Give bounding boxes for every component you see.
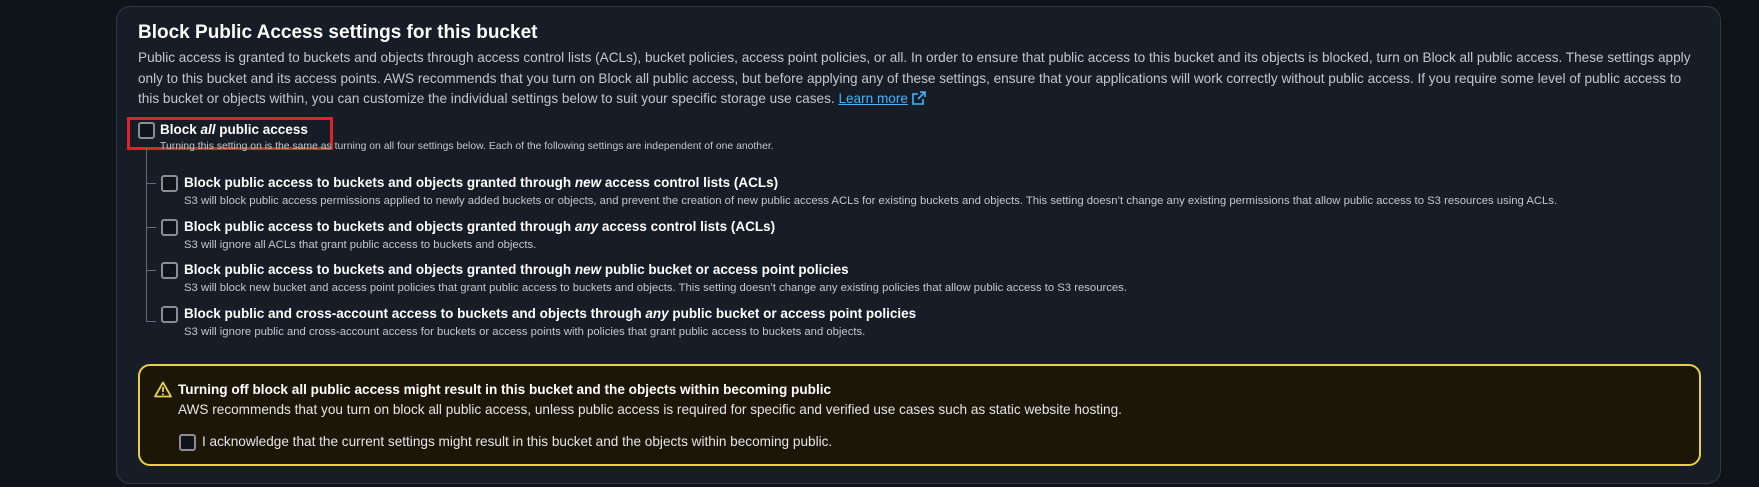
learn-more-link[interactable]: Learn more: [838, 91, 926, 106]
block-all-label: Block all public access: [160, 122, 308, 137]
option-label-em: new: [574, 175, 602, 190]
acl-new-description: S3 will block public access permissions …: [184, 195, 1558, 207]
option-label-em: new: [574, 262, 602, 277]
policy-new-checkbox[interactable]: [161, 262, 178, 279]
acknowledge-checkbox[interactable]: [179, 434, 196, 451]
option-label-pre: Block public access to buckets and objec…: [184, 219, 575, 234]
warning-icon: [154, 381, 172, 398]
acl-any-description: S3 will ignore all ACLs that grant publi…: [184, 239, 537, 251]
tree-connector: [146, 148, 147, 322]
tree-branch: [146, 270, 156, 271]
acl-any-label: Block public access to buckets and objec…: [184, 219, 775, 234]
option-label-post: access control lists (ACLs): [598, 219, 776, 234]
option-label-em: any: [645, 306, 669, 321]
option-label-post: public bucket or access point policies: [601, 262, 849, 277]
option-label-pre: Block public access to buckets and objec…: [184, 262, 575, 277]
external-link-icon: [912, 91, 926, 105]
policy-any-description: S3 will ignore public and cross-account …: [184, 326, 866, 338]
policy-any-label: Block public and cross-account access to…: [184, 306, 916, 321]
block-all-label-pre: Block: [160, 122, 201, 137]
section-title: Block Public Access settings for this bu…: [138, 22, 538, 43]
option-label-pre: Block public and cross-account access to…: [184, 306, 646, 321]
tree-branch: [146, 227, 156, 228]
option-label-post: access control lists (ACLs): [601, 175, 779, 190]
acl-new-checkbox[interactable]: [161, 175, 178, 192]
tree-branch: [146, 321, 156, 322]
section-description: Public access is granted to buckets and …: [138, 48, 1698, 110]
block-all-description: Turning this setting on is the same as t…: [160, 141, 774, 152]
option-label-pre: Block public access to buckets and objec…: [184, 175, 575, 190]
learn-more-label: Learn more: [838, 91, 908, 106]
policy-any-checkbox[interactable]: [161, 306, 178, 323]
warning-title: Turning off block all public access migh…: [178, 382, 832, 397]
block-all-label-em: all: [200, 122, 216, 137]
warning-body: AWS recommends that you turn on block al…: [178, 402, 1122, 417]
block-all-checkbox[interactable]: [138, 122, 155, 139]
policy-new-label: Block public access to buckets and objec…: [184, 262, 849, 277]
policy-new-description: S3 will block new bucket and access poin…: [184, 282, 1127, 294]
option-label-post: public bucket or access point policies: [668, 306, 917, 321]
acl-any-checkbox[interactable]: [161, 219, 178, 236]
option-label-em: any: [574, 219, 599, 234]
acl-new-label: Block public access to buckets and objec…: [184, 175, 778, 190]
tree-branch: [146, 183, 156, 184]
acknowledge-label: I acknowledge that the current settings …: [202, 434, 833, 449]
block-all-label-post: public access: [215, 122, 308, 137]
